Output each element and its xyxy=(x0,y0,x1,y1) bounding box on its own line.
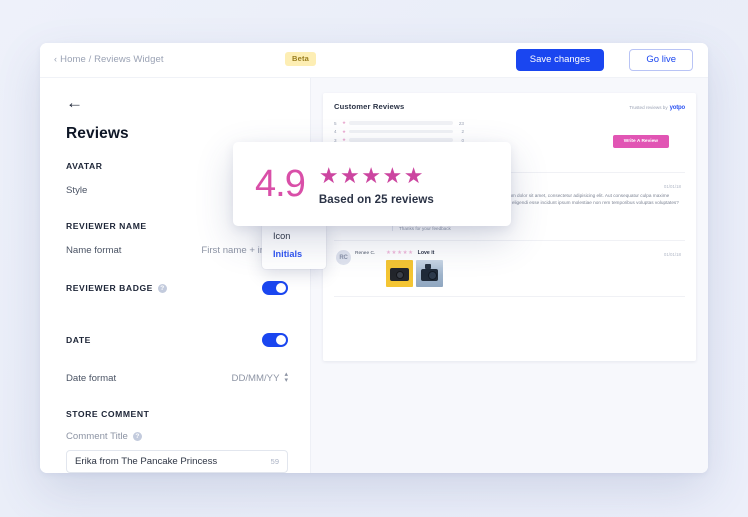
star-icon: ★ xyxy=(342,120,347,125)
dropdown-option-initials[interactable]: Initials xyxy=(262,245,326,263)
histogram-star-level: 4 xyxy=(334,129,337,134)
histogram-track xyxy=(349,121,453,125)
go-live-button[interactable]: Go live xyxy=(629,49,693,71)
review-author-info: Renee C. xyxy=(355,250,375,287)
rating-score: 4.9 xyxy=(255,163,306,205)
trusted-by: Trusted reviews by yotpo xyxy=(629,105,685,111)
section-store-comment-label: STORE COMMENT xyxy=(66,409,150,419)
save-changes-button[interactable]: Save changes xyxy=(515,49,604,71)
review-title: Love it xyxy=(417,250,435,257)
beta-badge: Beta xyxy=(285,52,317,66)
date-format-row: Date format DD/MM/YY ▴ ▾ xyxy=(66,371,288,385)
histogram-track xyxy=(349,129,453,134)
app-window: ‹ Home / Reviews Widget Beta Save changes… xyxy=(40,43,708,473)
avatar-initials: RC xyxy=(339,254,348,261)
section-store-comment: STORE COMMENT xyxy=(66,409,288,419)
review-heading: ★★★★★ Love it xyxy=(386,250,683,256)
body-split: ← Reviews AVATAR Style REVIEWER NAME Nam… xyxy=(40,78,708,473)
star-rating-icon: ★★★★★ xyxy=(386,250,414,257)
comment-title-char-count: 59 xyxy=(270,457,279,466)
section-reviewer-name-label: REVIEWER NAME xyxy=(66,221,147,231)
date-format-select[interactable]: DD/MM/YY ▴ ▾ xyxy=(231,371,288,384)
rating-card-right: ★★★★★ Based on 25 reviews xyxy=(319,163,434,206)
star-rating-icon: ★★★★★ xyxy=(318,162,425,188)
review-date: 01/01/18 xyxy=(663,252,681,258)
breadcrumb[interactable]: ‹ Home / Reviews Widget xyxy=(54,54,164,65)
toggle-knob xyxy=(276,335,286,345)
toggle-knob xyxy=(276,283,286,293)
histogram-row[interactable]: 4 ★ 2 xyxy=(334,129,464,135)
camera-lens-icon xyxy=(395,271,404,280)
reviews-widget-preview: Customer Reviews Trusted reviews by yotp… xyxy=(323,93,696,361)
info-icon[interactable]: ? xyxy=(132,432,142,441)
comment-title-label-row: Comment Title ? xyxy=(66,431,288,442)
store-reply-text: Thanks for your feedback xyxy=(399,226,451,232)
section-reviewer-badge: REVIEWER BADGE ? xyxy=(66,281,288,295)
section-date: DATE xyxy=(66,333,288,347)
review-item: RC Renee C. ★★★★★ Love it 01/01/18 xyxy=(334,241,685,298)
histogram-row[interactable]: 5 ★ 23 xyxy=(334,120,464,126)
histogram-count: 23 xyxy=(458,120,464,126)
histogram-count: 2 xyxy=(461,129,464,134)
avatar-style-dropdown[interactable]: Icon Initials xyxy=(262,221,326,269)
section-avatar-label: AVATAR xyxy=(66,161,103,171)
settings-panel: ← Reviews AVATAR Style REVIEWER NAME Nam… xyxy=(40,78,311,473)
review-author-name: Renee C. xyxy=(355,251,376,257)
section-date-label-wrap: DATE xyxy=(66,335,91,345)
histogram-star-level: 5 xyxy=(334,120,337,126)
review-author: RC Renee C. xyxy=(336,250,382,287)
page-title: Reviews xyxy=(66,125,129,142)
chevron-left-icon: ‹ xyxy=(54,54,58,64)
dropdown-option-icon[interactable]: Icon xyxy=(262,227,326,245)
comment-title-input[interactable]: Erika from The Pancake Princess 59 xyxy=(66,450,288,473)
widget-title: Customer Reviews xyxy=(334,102,405,111)
reviewer-badge-toggle[interactable] xyxy=(262,281,288,295)
date-format-value: DD/MM/YY xyxy=(231,372,280,384)
section-reviewer-badge-label: REVIEWER BADGE xyxy=(66,283,153,293)
breadcrumb-label: Home / Reviews Widget xyxy=(60,54,164,65)
date-format-label: Date format xyxy=(66,372,117,384)
star-icon: ★ xyxy=(342,128,347,134)
date-toggle[interactable] xyxy=(262,333,288,347)
review-content: ★★★★★ Love it xyxy=(382,250,683,288)
yotpo-logo: yotpo xyxy=(669,104,686,111)
avatar-style-label: Style xyxy=(66,184,88,196)
info-icon[interactable]: ? xyxy=(157,283,167,293)
review-photo-thumbnail[interactable] xyxy=(386,260,413,288)
rating-subtitle: Based on 25 reviews xyxy=(318,193,434,206)
review-date: 01/01/18 xyxy=(663,183,681,189)
trusted-prefix: Trusted reviews by xyxy=(629,105,668,110)
top-bar: ‹ Home / Reviews Widget Beta Save changes… xyxy=(40,43,708,78)
avatar: RC xyxy=(336,250,351,266)
back-arrow-icon[interactable]: ← xyxy=(66,94,83,111)
rating-summary-card: 4.9 ★★★★★ Based on 25 reviews xyxy=(233,142,511,226)
preview-panel: Customer Reviews Trusted reviews by yotp… xyxy=(311,78,708,473)
name-format-label: Name format xyxy=(66,244,122,256)
section-date-label: DATE xyxy=(66,335,91,345)
section-reviewer-badge-label-wrap: REVIEWER BADGE ? xyxy=(66,283,167,293)
name-format-row: Name format First name + initial ▴▾ xyxy=(66,243,288,257)
review-photos xyxy=(386,260,683,288)
widget-header: Customer Reviews Trusted reviews by yotp… xyxy=(334,102,685,111)
comment-title-label: Comment Title xyxy=(66,431,128,442)
review-photo-thumbnail[interactable] xyxy=(416,260,443,288)
write-a-review-button[interactable]: Write A Review xyxy=(612,134,669,148)
stepper-updown-icon: ▴▾ xyxy=(284,371,288,384)
comment-title-value: Erika from The Pancake Princess xyxy=(75,456,218,467)
